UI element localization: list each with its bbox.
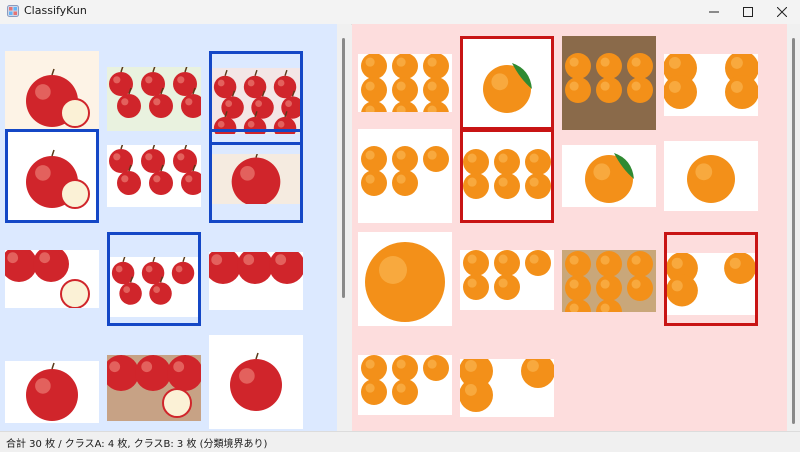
orange-thumbnail[interactable] [562, 232, 656, 326]
apple-thumbnail[interactable] [209, 335, 303, 429]
apple-thumbnail[interactable] [5, 335, 99, 429]
apple-photo [107, 145, 201, 207]
status-bar: 合計 30 枚 / クラスA: 4 枚, クラスB: 3 枚 (分類境界あり) [0, 431, 800, 452]
apple-thumbnail[interactable] [107, 232, 201, 326]
apple-image [209, 252, 303, 310]
apple-image [107, 355, 201, 421]
orange-photo [562, 145, 656, 207]
orange-thumbnail[interactable] [358, 129, 452, 223]
orange-thumbnail[interactable] [358, 335, 452, 429]
orange-thumbnail[interactable] [562, 36, 656, 130]
orange-image [358, 355, 452, 415]
orange-photo [358, 232, 452, 326]
orange-photo [463, 39, 551, 127]
apple-image [8, 132, 96, 220]
orange-thumbnail[interactable] [358, 36, 452, 130]
maximize-icon [743, 7, 753, 17]
apple-image [5, 250, 99, 308]
class-a-scrollbar[interactable] [337, 24, 351, 431]
orange-image [562, 36, 656, 130]
orange-image [664, 54, 758, 116]
orange-thumbnail[interactable] [562, 129, 656, 223]
orange-photo [664, 141, 758, 211]
apple-image [107, 67, 201, 131]
orange-photo [460, 250, 554, 310]
orange-image [664, 141, 758, 211]
apple-thumbnail[interactable] [5, 129, 99, 223]
orange-thumbnail[interactable] [460, 232, 554, 326]
class-b-scrollbar[interactable] [787, 24, 800, 431]
apple-image [209, 335, 303, 429]
apple-photo [212, 68, 300, 134]
orange-thumbnail[interactable] [460, 335, 554, 429]
orange-photo [460, 359, 554, 417]
apple-image [212, 68, 300, 134]
orange-thumbnail[interactable] [664, 129, 758, 223]
apple-photo [209, 335, 303, 429]
orange-thumbnail[interactable] [358, 232, 452, 326]
orange-photo [358, 54, 452, 112]
orange-photo [463, 132, 551, 220]
apple-photo [5, 361, 99, 423]
orange-thumbnail[interactable] [460, 129, 554, 223]
apple-image [212, 154, 300, 204]
orange-image [358, 129, 452, 223]
apple-photo [5, 250, 99, 308]
apple-thumbnail[interactable] [107, 129, 201, 223]
scrollbar-thumb[interactable] [792, 38, 795, 424]
apple-photo [107, 67, 201, 131]
close-button[interactable] [765, 0, 799, 24]
close-icon [777, 7, 787, 17]
apple-image [5, 361, 99, 423]
orange-image [460, 250, 554, 310]
class-b-panel [352, 24, 787, 431]
minimize-button[interactable] [697, 0, 731, 24]
class-a-panel [0, 24, 337, 431]
orange-image [460, 359, 554, 417]
scrollbar-thumb[interactable] [342, 38, 345, 298]
apple-thumbnail[interactable] [5, 232, 99, 326]
apple-image [110, 257, 198, 317]
orange-image [562, 145, 656, 207]
orange-image [463, 39, 551, 127]
orange-image [358, 54, 452, 112]
apple-image [107, 145, 201, 207]
orange-image [667, 253, 755, 315]
window-title: ClassifyKun [24, 4, 87, 17]
apple-photo [107, 355, 201, 421]
apple-thumbnail[interactable] [209, 129, 303, 223]
orange-photo [358, 129, 452, 223]
title-bar: ClassifyKun [0, 0, 800, 25]
orange-thumbnail[interactable] [460, 36, 554, 130]
apple-photo [110, 257, 198, 317]
apple-photo [8, 132, 96, 220]
orange-thumbnail[interactable] [664, 36, 758, 130]
orange-photo [667, 253, 755, 315]
app-icon [7, 5, 19, 17]
orange-photo [562, 36, 656, 130]
orange-photo [664, 54, 758, 116]
orange-photo [358, 355, 452, 415]
minimize-icon [709, 11, 719, 13]
orange-image [463, 132, 551, 220]
orange-photo [562, 250, 656, 312]
apple-thumbnail[interactable] [209, 232, 303, 326]
maximize-button[interactable] [731, 0, 765, 24]
orange-image [562, 250, 656, 312]
orange-thumbnail[interactable] [664, 232, 758, 326]
orange-image [358, 232, 452, 326]
apple-photo [212, 154, 300, 204]
apple-thumbnail[interactable] [107, 335, 201, 429]
apple-photo [209, 252, 303, 310]
status-text: 合計 30 枚 / クラスA: 4 枚, クラスB: 3 枚 (分類境界あり) [6, 439, 268, 450]
